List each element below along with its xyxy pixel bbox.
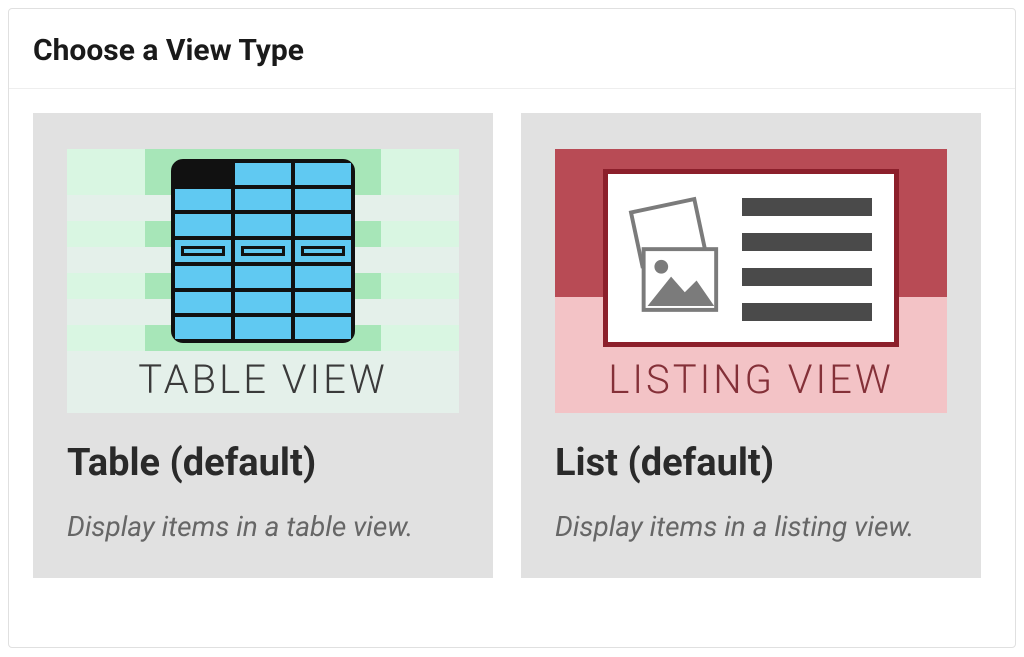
table-grid-icon — [171, 159, 355, 343]
options-row: TABLE VIEW Table (default) Display items… — [9, 89, 1015, 602]
listing-illustration-caption: LISTING VIEW — [555, 356, 947, 403]
image-placeholder-icon — [626, 192, 724, 320]
text-lines-icon — [742, 192, 872, 330]
option-desc-list: Display items in a listing view. — [555, 507, 947, 548]
option-card-table[interactable]: TABLE VIEW Table (default) Display items… — [33, 113, 493, 578]
panel-header: Choose a View Type — [9, 9, 1015, 89]
option-card-list[interactable]: LISTING VIEW List (default) Display item… — [521, 113, 981, 578]
view-type-panel: Choose a View Type — [8, 8, 1016, 648]
listing-card-icon — [603, 169, 899, 347]
listing-illustration: LISTING VIEW — [555, 149, 947, 413]
table-illustration-caption: TABLE VIEW — [67, 356, 459, 403]
option-title-table: Table (default) — [67, 441, 459, 485]
option-desc-table: Display items in a table view. — [67, 507, 459, 548]
table-illustration: TABLE VIEW — [67, 149, 459, 413]
option-title-list: List (default) — [555, 441, 947, 485]
panel-title: Choose a View Type — [33, 33, 991, 68]
